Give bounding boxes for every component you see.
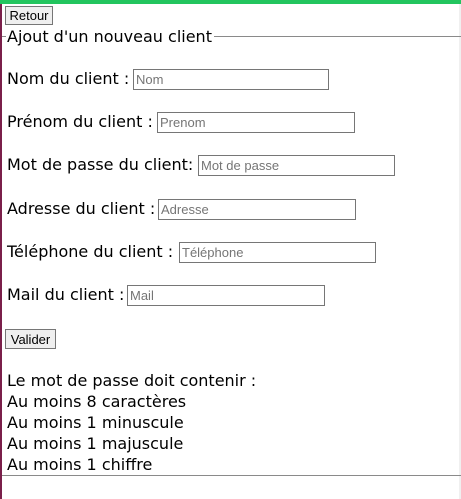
back-button[interactable]: Retour [5, 6, 53, 25]
password-rule-item: Au moins 1 majuscule [7, 434, 184, 453]
password-rules-title: Le mot de passe doit contenir : [7, 371, 257, 390]
password-rule-item: Au moins 1 minuscule [7, 413, 184, 432]
fieldset-border-left [2, 36, 6, 37]
email-label: Mail du client : [7, 285, 125, 304]
fieldset-border-right [214, 36, 461, 37]
fieldset-border-bottom [2, 475, 461, 476]
password-input[interactable] [198, 155, 395, 176]
left-edge-bar [0, 4, 2, 499]
firstname-input[interactable] [157, 112, 355, 133]
password-rule-item: Au moins 8 caractères [7, 392, 187, 411]
email-input[interactable] [127, 285, 325, 306]
firstname-label: Prénom du client : [7, 112, 153, 131]
name-label: Nom du client : [7, 69, 130, 88]
submit-button[interactable]: Valider [5, 329, 56, 349]
password-label: Mot de passe du client: [7, 155, 194, 174]
form-legend: Ajout d'un nouveau client [7, 27, 212, 46]
address-label: Adresse du client : [7, 199, 156, 218]
address-input[interactable] [158, 199, 356, 220]
top-accent-bar [0, 0, 461, 4]
phone-label: Téléphone du client : [7, 242, 174, 261]
name-input[interactable] [133, 69, 329, 90]
phone-input[interactable] [179, 242, 376, 263]
password-rule-item: Au moins 1 chiffre [7, 455, 153, 474]
